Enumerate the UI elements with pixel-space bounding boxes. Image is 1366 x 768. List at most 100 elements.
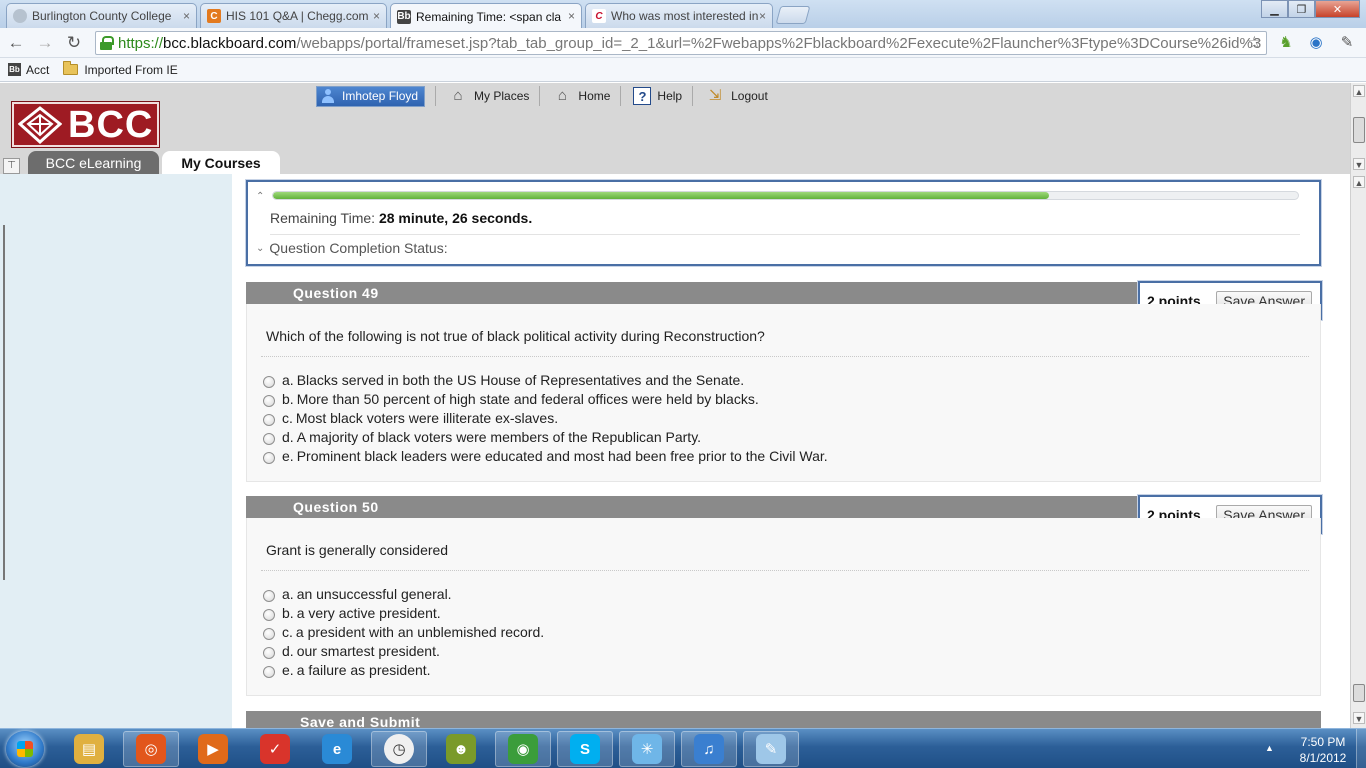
url-path: /webapps/portal/frameset.jsp?tab_tab_gro… [296,34,1262,52]
tray-expand-icon[interactable]: ▲ [1265,743,1274,753]
header-scrollbar[interactable]: ▲ ▼ [1350,83,1366,174]
forward-arrow-icon[interactable]: → [35,33,55,53]
question-completion-status[interactable]: ⌄ Question Completion Status: [256,240,448,256]
tab-title: Burlington County College [32,9,172,23]
answer-option[interactable]: b. a very active president. [263,603,544,622]
answer-option[interactable]: c. a president with an unblemished record… [263,622,544,641]
taskbar-button-clock[interactable]: ◷ [371,731,427,767]
close-icon[interactable]: × [373,9,380,23]
show-desktop-button[interactable] [1356,729,1366,768]
blackboard-icon: Bb [397,9,411,24]
minimize-button[interactable]: ▁ [1261,0,1288,18]
bcc-logo[interactable]: BCC [11,101,160,148]
taskbar-button-explorer[interactable]: ▤ [61,731,117,767]
taskbar-button-paint[interactable]: ✎ [743,731,799,767]
back-arrow-icon[interactable]: ← [6,33,26,53]
remaining-time: Remaining Time: 28 minute, 26 seconds. [270,210,533,226]
scroll-down-icon[interactable]: ▼ [1353,158,1365,170]
browser-titlebar: Burlington County College × C HIS 101 Q&… [0,0,1366,29]
extension-evernote-icon[interactable]: ♞ [1277,34,1295,52]
answer-option[interactable]: c. Most black voters were illiterate ex-s… [263,408,828,427]
tab-my-courses[interactable]: My Courses [162,151,280,175]
taskbar-button-network[interactable]: ✳ [619,731,675,767]
my-places-link[interactable]: ⌂ My Places [448,86,530,106]
radio-button[interactable] [263,414,275,426]
taskbar-button-bonzi[interactable]: ☻ [433,731,489,767]
maximize-button[interactable]: ❐ [1288,0,1315,18]
taskbar-button-firefox[interactable]: ◎ [123,731,179,767]
answer-option[interactable]: b. More than 50 percent of high state and… [263,389,828,408]
divider [261,356,1309,357]
network-icon: ✳ [632,734,662,764]
answer-list: a. an unsuccessful general. b. a very acti… [263,584,544,679]
home-link[interactable]: ⌂ Home [552,86,611,106]
start-button[interactable] [6,731,44,767]
tab-title: Who was most interested in [611,9,759,23]
taskbar-button-skype[interactable]: S [557,731,613,767]
taskbar-button-media-player[interactable]: ▶ [185,731,241,767]
logout-icon: ⇲ [708,87,722,104]
nav-separator [692,86,694,106]
browser-tab-chacha[interactable]: C Who was most interested in × [585,3,773,28]
scroll-thumb[interactable] [1353,684,1365,702]
bookmark-acct[interactable]: Bb Acct [8,63,49,77]
chegg-icon: C [207,9,221,23]
save-and-submit-label: Save and Submit [300,714,421,728]
scroll-thumb[interactable] [1353,117,1365,143]
logout-link[interactable]: ⇲ Logout [705,86,768,106]
ie-icon: e [322,734,352,764]
taskbar-button-chrome[interactable]: ◉ [495,731,551,767]
taskbar-button-itunes[interactable]: ♫ [681,731,737,767]
browser-tab-remaining-time[interactable]: Bb Remaining Time: <span cla × [390,3,582,29]
tab-title: HIS 101 Q&A | Chegg.com [226,9,369,23]
taskbar-button-ie[interactable]: e [309,731,365,767]
radio-button[interactable] [263,376,275,388]
help-link[interactable]: ? Help [633,87,682,105]
bcc-logo-mark-icon [17,105,63,144]
answer-option[interactable]: a. an unsuccessful general. [263,584,544,603]
browser-tab-chegg[interactable]: C HIS 101 Q&A | Chegg.com × [200,3,387,28]
bookmark-imported-from-ie[interactable]: Imported From IE [63,61,178,77]
close-icon[interactable]: × [759,9,766,23]
course-menu-panel [0,174,232,728]
radio-button[interactable] [263,433,275,445]
answer-option[interactable]: a. Blacks served in both the US House of … [263,370,828,389]
close-icon[interactable]: × [183,9,190,23]
clock[interactable]: 7:50 PM 8/1/2012 [1288,734,1358,766]
collapse-chevron-icon[interactable]: ⌃ [256,191,264,202]
tab-bcc-elearning[interactable]: BCC eLearning [28,151,159,175]
url-scheme: https:// [118,34,164,52]
time-progress-bar [272,191,1299,200]
radio-button[interactable] [263,395,275,407]
user-name: Imhotep Floyd [342,89,419,103]
scroll-up-icon[interactable]: ▲ [1353,176,1365,188]
browser-tab-burlington[interactable]: Burlington County College × [6,3,197,28]
scroll-down-icon[interactable]: ▼ [1353,712,1365,724]
menu-collapse-icon[interactable]: ⊤ [3,158,20,174]
close-icon[interactable]: × [568,9,575,23]
taskbar-button-todoist[interactable]: ✓ [247,731,303,767]
radio-button[interactable] [263,609,275,621]
answer-option[interactable]: e. Prominent black leaders were educated … [263,446,828,465]
radio-button[interactable] [263,590,275,602]
wrench-icon[interactable]: ✎ [1338,34,1356,52]
scroll-up-icon[interactable]: ▲ [1353,85,1365,97]
radio-button[interactable] [263,628,275,640]
page-scrollbar[interactable]: ▲ ▼ [1350,174,1366,728]
answer-option[interactable]: d. A majority of black voters were member… [263,427,828,446]
close-window-button[interactable]: ✕ [1315,0,1360,18]
answer-option[interactable]: e. a failure as president. [263,660,544,679]
reload-icon[interactable]: ↻ [64,33,84,53]
extension-eye-icon[interactable]: ◉ [1307,34,1325,52]
course-menu-resize-handle[interactable] [3,225,6,580]
clock-date: 8/1/2012 [1299,751,1347,765]
address-bar[interactable]: https:// bcc.blackboard.com /webapps/por… [95,31,1267,55]
answer-option[interactable]: d. our smartest president. [263,641,544,660]
bonzi-icon: ☻ [446,734,476,764]
radio-button[interactable] [263,452,275,464]
radio-button[interactable] [263,647,275,659]
bookmark-star-icon[interactable]: ☆ [1247,33,1262,53]
radio-button[interactable] [263,666,275,678]
new-tab-button[interactable] [775,6,811,24]
user-menu-button[interactable]: Imhotep Floyd [316,85,426,107]
